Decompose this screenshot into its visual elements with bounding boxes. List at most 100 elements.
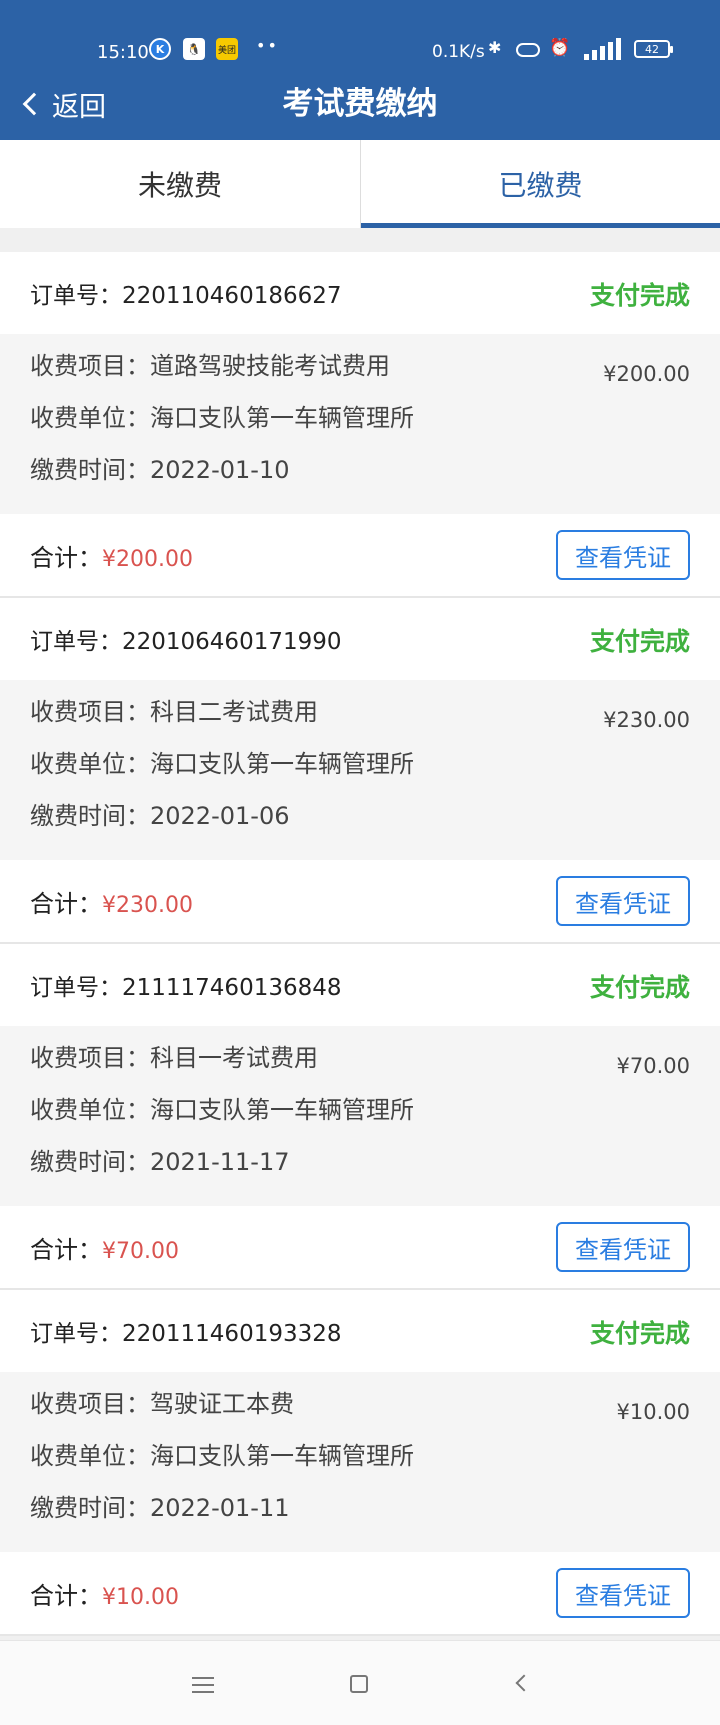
order-detail: 收费项目：科目一考试费用 ¥70.00 收费单位：海口支队第一车辆管理所 缴费时… — [0, 1026, 720, 1206]
order-number-label: 订单号： — [30, 975, 122, 1001]
status-bar: 15:10 K 🐧 美团 •• 0.1K/s ✱ ⏰ 42 — [0, 32, 720, 66]
battery-level: 42 — [645, 42, 659, 56]
order-card: 订单号：220111460193328 支付完成 收费项目：驾驶证工本费 ¥10… — [0, 1290, 720, 1636]
order-detail: 收费项目：驾驶证工本费 ¥10.00 收费单位：海口支队第一车辆管理所 缴费时间… — [0, 1372, 720, 1552]
net-speed: 0.1K/s — [432, 42, 485, 62]
signal-icon — [584, 38, 624, 60]
order-footer: 合计：¥70.00 查看凭证 — [0, 1206, 720, 1288]
pay-time-value: 2022-01-11 — [150, 1494, 290, 1522]
alarm-icon: ⏰ — [549, 38, 571, 58]
pay-time-label: 缴费时间： — [30, 1148, 150, 1176]
order-footer: 合计：¥230.00 查看凭证 — [0, 860, 720, 942]
total-value: ¥230.00 — [102, 893, 193, 918]
meituan-icon: 美团 — [216, 38, 238, 60]
payment-status: 支付完成 — [589, 281, 690, 310]
order-total: 合计：¥70.00 — [30, 1230, 179, 1265]
total-label: 合计： — [30, 1236, 102, 1264]
app-header: 15:10 K 🐧 美团 •• 0.1K/s ✱ ⏰ 42 返回 考试费缴纳 — [0, 0, 720, 140]
order-number-value: 220106460171990 — [122, 629, 342, 655]
pay-time-label: 缴费时间： — [30, 456, 150, 484]
payment-status: 支付完成 — [589, 627, 690, 656]
fee-unit-value: 海口支队第一车辆管理所 — [150, 404, 414, 432]
fee-item-value: 科目一考试费用 — [150, 1044, 318, 1072]
more-notifications-icon: •• — [256, 36, 279, 55]
view-voucher-button[interactable]: 查看凭证 — [556, 876, 690, 926]
order-number: 订单号：220110460186627 — [30, 276, 342, 310]
fee-unit: 收费单位：海口支队第一车辆管理所 — [30, 1090, 414, 1125]
fee-item-label: 收费项目： — [30, 1390, 150, 1418]
order-total: 合计：¥200.00 — [30, 538, 193, 573]
fee-amount: ¥230.00 — [603, 708, 690, 732]
fee-unit-label: 收费单位： — [30, 404, 150, 432]
order-number: 订单号：220106460171990 — [30, 622, 342, 656]
system-nav-bar — [0, 1640, 720, 1725]
fee-item-label: 收费项目： — [30, 352, 150, 380]
order-detail: 收费项目：科目二考试费用 ¥230.00 收费单位：海口支队第一车辆管理所 缴费… — [0, 680, 720, 860]
fee-unit-label: 收费单位： — [30, 1096, 150, 1124]
fee-amount: ¥10.00 — [616, 1400, 690, 1424]
order-footer: 合计：¥200.00 查看凭证 — [0, 514, 720, 596]
order-number-label: 订单号： — [30, 283, 122, 309]
qq-icon: 🐧 — [183, 38, 205, 60]
order-footer: 合计：¥10.00 查看凭证 — [0, 1552, 720, 1634]
tab-unpaid-label: 未缴费 — [137, 169, 222, 202]
total-label: 合计： — [30, 890, 102, 918]
tab-unpaid[interactable]: 未缴费 — [0, 140, 360, 228]
pay-time-value: 2022-01-06 — [150, 802, 290, 830]
order-header: 订单号：220110460186627 支付完成 — [0, 252, 720, 334]
page-title: 考试费缴纳 — [282, 86, 438, 122]
total-value: ¥10.00 — [102, 1585, 179, 1610]
order-card: 订单号：220110460186627 支付完成 收费项目：道路驾驶技能考试费用… — [0, 252, 720, 598]
nfc-icon — [516, 43, 540, 57]
pay-time-label: 缴费时间： — [30, 1494, 150, 1522]
view-voucher-button[interactable]: 查看凭证 — [556, 530, 690, 580]
order-number: 订单号：211117460136848 — [30, 968, 342, 1002]
pay-time-value: 2021-11-17 — [150, 1148, 290, 1176]
total-value: ¥70.00 — [102, 1239, 179, 1264]
back-nav-icon[interactable] — [506, 1667, 540, 1701]
fee-item-value: 道路驾驶技能考试费用 — [150, 352, 390, 380]
fee-item: 收费项目：科目一考试费用 — [30, 1038, 318, 1073]
pay-time-label: 缴费时间： — [30, 802, 150, 830]
fee-item-label: 收费项目： — [30, 1044, 150, 1072]
order-header: 订单号：220111460193328 支付完成 — [0, 1290, 720, 1372]
order-card: 订单号：220106460171990 支付完成 收费项目：科目二考试费用 ¥2… — [0, 598, 720, 944]
home-icon[interactable] — [342, 1667, 376, 1701]
order-number: 订单号：220111460193328 — [30, 1314, 342, 1348]
view-voucher-button[interactable]: 查看凭证 — [556, 1222, 690, 1272]
order-number-value: 220110460186627 — [122, 283, 342, 309]
fee-item: 收费项目：驾驶证工本费 — [30, 1384, 294, 1419]
order-detail: 收费项目：道路驾驶技能考试费用 ¥200.00 收费单位：海口支队第一车辆管理所… — [0, 334, 720, 514]
order-list: 订单号：220110460186627 支付完成 收费项目：道路驾驶技能考试费用… — [0, 252, 720, 1636]
order-header: 订单号：220106460171990 支付完成 — [0, 598, 720, 680]
k-app-icon: K — [149, 38, 171, 60]
tab-paid-label: 已缴费 — [498, 169, 583, 202]
fee-amount: ¥200.00 — [603, 362, 690, 386]
pay-time: 缴费时间：2022-01-11 — [30, 1488, 289, 1523]
fee-item: 收费项目：道路驾驶技能考试费用 — [30, 346, 390, 381]
view-voucher-button[interactable]: 查看凭证 — [556, 1568, 690, 1618]
order-card: 订单号：211117460136848 支付完成 收费项目：科目一考试费用 ¥7… — [0, 944, 720, 1290]
payment-status: 支付完成 — [589, 973, 690, 1002]
order-number-label: 订单号： — [30, 1321, 122, 1347]
order-number-label: 订单号： — [30, 629, 122, 655]
fee-unit: 收费单位：海口支队第一车辆管理所 — [30, 1436, 414, 1471]
order-total: 合计：¥10.00 — [30, 1576, 179, 1611]
fee-item-label: 收费项目： — [30, 698, 150, 726]
battery-icon: 42 — [634, 40, 673, 58]
pay-time-value: 2022-01-10 — [150, 456, 290, 484]
fee-unit-value: 海口支队第一车辆管理所 — [150, 1442, 414, 1470]
order-total: 合计：¥230.00 — [30, 884, 193, 919]
tab-bar: 未缴费 已缴费 — [0, 140, 720, 228]
menu-icon[interactable] — [186, 1667, 220, 1701]
fee-item: 收费项目：科目二考试费用 — [30, 692, 318, 727]
order-number-value: 211117460136848 — [122, 975, 342, 1001]
payment-status: 支付完成 — [589, 1319, 690, 1348]
fee-unit: 收费单位：海口支队第一车辆管理所 — [30, 398, 414, 433]
tab-paid[interactable]: 已缴费 — [360, 140, 720, 228]
fee-item-value: 科目二考试费用 — [150, 698, 318, 726]
fee-item-value: 驾驶证工本费 — [150, 1390, 294, 1418]
total-label: 合计： — [30, 544, 102, 572]
order-header: 订单号：211117460136848 支付完成 — [0, 944, 720, 1026]
total-label: 合计： — [30, 1582, 102, 1610]
